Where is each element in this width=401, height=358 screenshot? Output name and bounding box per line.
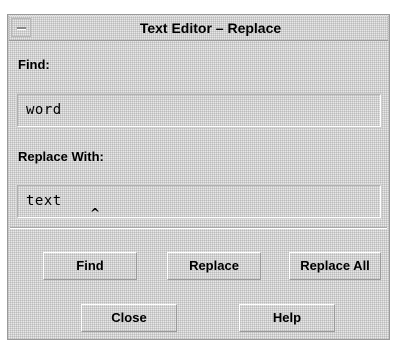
close-button[interactable]: Close — [81, 304, 177, 332]
window-menu-button[interactable] — [11, 18, 31, 37]
find-label: Find: — [18, 57, 50, 72]
find-input-value: word — [26, 102, 62, 118]
find-input[interactable]: word — [16, 93, 382, 128]
text-caret-icon: ^ — [90, 206, 101, 220]
replace-button[interactable]: Replace — [167, 252, 261, 280]
find-button[interactable]: Find — [43, 252, 137, 280]
window-title: Text Editor – Replace — [139, 20, 282, 36]
replace-with-input[interactable]: text ^ — [16, 184, 382, 220]
replace-all-button[interactable]: Replace All — [289, 252, 381, 280]
replace-with-label: Replace With: — [18, 149, 104, 164]
replace-dialog: Text Editor – Replace Find: word Replace… — [7, 14, 390, 340]
help-button[interactable]: Help — [239, 304, 335, 332]
button-area-separator — [10, 227, 387, 229]
title-bar[interactable]: Text Editor – Replace — [9, 16, 388, 41]
replace-with-input-value: text — [26, 193, 62, 209]
window-menu-icon — [17, 27, 26, 29]
